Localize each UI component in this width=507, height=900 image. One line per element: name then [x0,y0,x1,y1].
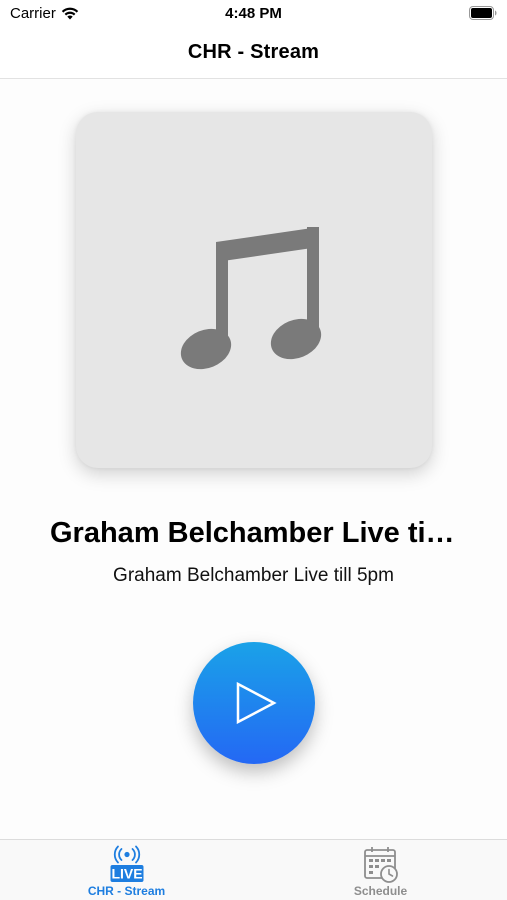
battery-icon [469,6,497,20]
play-button[interactable] [193,642,315,764]
track-subtitle: Graham Belchamber Live till 5pm [113,565,394,586]
track-title: Graham Belchamber Live till 5pm [50,517,487,549]
app-screen: Carrier 4:48 PM CHR - Stream Graham Belc… [0,0,507,900]
album-artwork [76,112,432,468]
tab-live-stream-label: CHR - Stream [87,884,166,898]
status-time: 4:48 PM [225,5,282,22]
music-note-icon [171,212,341,382]
play-icon [235,681,277,725]
tab-schedule-label: Schedule [353,884,408,898]
player-content: Graham Belchamber Live till 5pm Graham B… [0,79,507,839]
tab-bar: LIVE CHR - Stream Schedule [0,839,507,900]
page-title: CHR - Stream [187,41,320,63]
tab-live-stream[interactable]: LIVE CHR - Stream [0,840,253,900]
calendar-clock-icon [363,845,399,883]
tab-schedule[interactable]: Schedule [254,840,507,900]
navigation-bar: CHR - Stream [0,28,507,79]
status-bar: Carrier 4:48 PM [0,0,507,28]
live-broadcast-icon: LIVE [109,845,145,883]
svg-text:LIVE: LIVE [111,866,142,882]
